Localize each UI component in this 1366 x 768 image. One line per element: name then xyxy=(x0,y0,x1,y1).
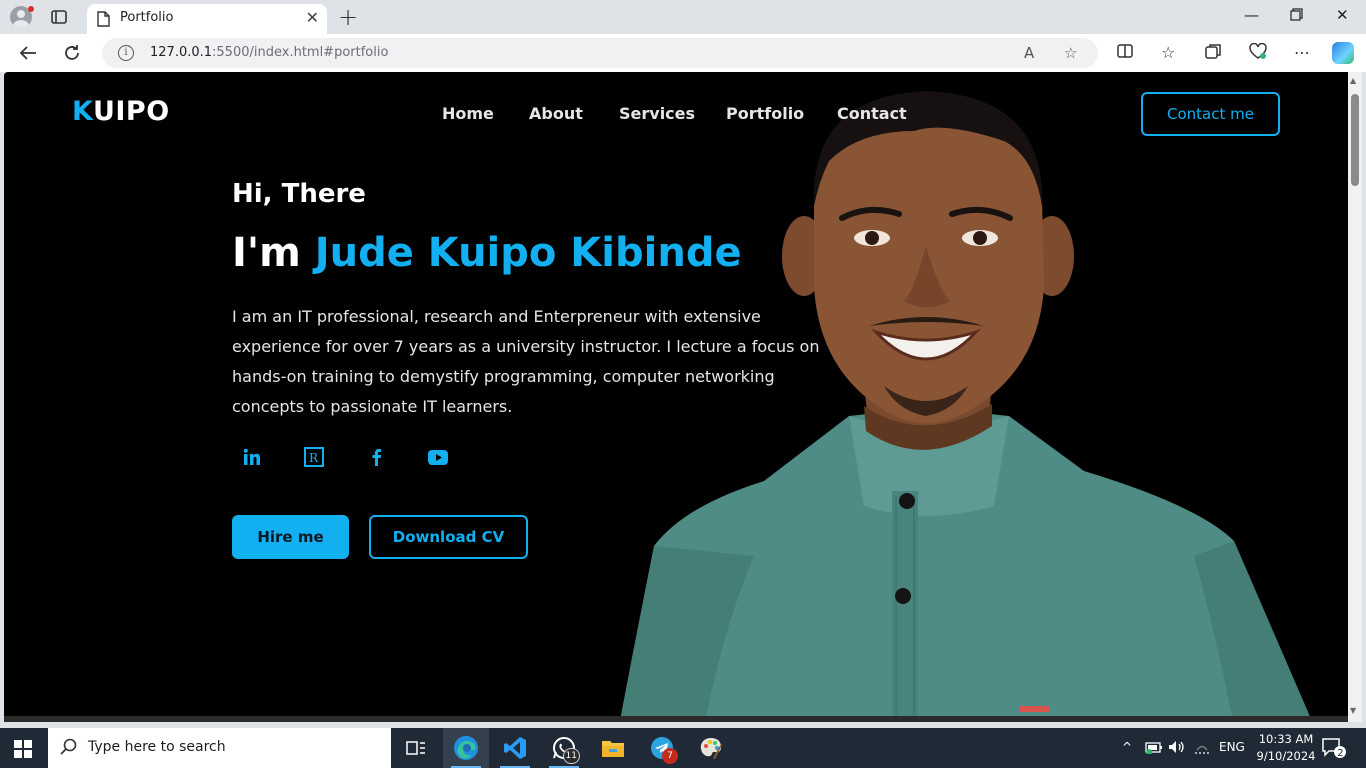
browser-tab[interactable]: Portfolio ✕ xyxy=(87,4,327,34)
whatsapp-badge: 11 xyxy=(562,748,580,764)
site-info-icon[interactable]: i xyxy=(118,45,134,61)
battery-icon[interactable] xyxy=(1145,740,1163,757)
tab-title: Portfolio xyxy=(120,10,174,25)
show-hidden-icons-icon[interactable]: ^ xyxy=(1122,740,1132,754)
tab-close-icon[interactable]: ✕ xyxy=(306,8,319,27)
linkedin-icon[interactable] xyxy=(237,442,267,472)
whatsapp-app-icon[interactable]: 11 xyxy=(541,728,587,768)
favorites-icon[interactable]: ☆ xyxy=(1161,43,1175,62)
taskbar-clock[interactable]: 10:33 AM 9/10/2024 xyxy=(1254,731,1318,765)
search-icon xyxy=(60,738,77,755)
minimize-icon[interactable]: — xyxy=(1244,6,1259,24)
refresh-icon[interactable] xyxy=(61,42,83,64)
restore-icon[interactable] xyxy=(1290,7,1303,25)
new-tab-icon[interactable]: + xyxy=(338,3,358,31)
browser-toolbar: i 127.0.0.1:5500/index.html#portfolio A … xyxy=(0,34,1366,72)
network-icon[interactable] xyxy=(1194,740,1210,757)
profile-notification-dot xyxy=(28,6,34,12)
page-icon xyxy=(97,11,110,27)
windows-start-icon[interactable] xyxy=(14,740,32,762)
paint-app-icon[interactable] xyxy=(688,728,734,768)
nav-contact[interactable]: Contact xyxy=(837,104,907,123)
more-options-icon[interactable]: ⋯ xyxy=(1294,43,1310,62)
svg-text:R: R xyxy=(309,451,319,465)
clock-date: 9/10/2024 xyxy=(1256,749,1316,763)
nav-portfolio[interactable]: Portfolio xyxy=(726,104,804,123)
contact-me-button[interactable]: Contact me xyxy=(1141,92,1280,136)
favorite-star-icon[interactable]: ☆ xyxy=(1064,44,1077,62)
nav-home[interactable]: Home xyxy=(442,104,494,123)
read-aloud-icon[interactable]: A xyxy=(1024,44,1034,62)
browser-essentials-icon[interactable] xyxy=(1249,42,1267,64)
person-name: Jude Kuipo Kibinde xyxy=(314,230,742,276)
language-indicator[interactable]: ENG xyxy=(1219,740,1245,754)
site-logo[interactable]: KUIPO xyxy=(72,96,170,127)
close-window-icon[interactable]: ✕ xyxy=(1336,6,1349,24)
horizontal-scrollbar[interactable] xyxy=(4,716,1348,722)
notification-center-icon[interactable]: 2 xyxy=(1322,738,1346,762)
split-screen-icon[interactable] xyxy=(1117,43,1133,63)
nav-services[interactable]: Services xyxy=(619,104,695,123)
search-placeholder: Type here to search xyxy=(88,739,226,755)
researchgate-icon[interactable]: R xyxy=(299,442,329,472)
tab-actions-icon[interactable] xyxy=(50,8,68,26)
task-view-icon[interactable] xyxy=(393,728,439,768)
telegram-app-icon[interactable]: 7 xyxy=(639,728,685,768)
scroll-down-icon[interactable]: ▼ xyxy=(1350,706,1356,715)
hero-bio: I am an IT professional, research and En… xyxy=(232,307,820,416)
scrollbar-thumb[interactable] xyxy=(1351,94,1359,186)
edge-app-icon[interactable] xyxy=(443,728,489,768)
youtube-icon[interactable] xyxy=(423,442,453,472)
url-text[interactable]: 127.0.0.1:5500/index.html#portfolio xyxy=(150,45,388,60)
vscode-app-icon[interactable] xyxy=(492,728,538,768)
vertical-scrollbar[interactable]: ▲ ▼ xyxy=(1348,72,1362,722)
browser-tab-bar: Portfolio ✕ + — ✕ xyxy=(0,0,1366,34)
hero-title: I'm Jude Kuipo Kibinde xyxy=(232,230,742,276)
address-bar[interactable]: i 127.0.0.1:5500/index.html#portfolio A … xyxy=(102,38,1098,68)
svg-text:2: 2 xyxy=(1337,748,1343,758)
download-cv-button[interactable]: Download CV xyxy=(369,515,528,559)
windows-taskbar: Type here to search 11 7 ^ ENG 10:33 AM … xyxy=(0,728,1366,768)
page-viewport: KUIPO Home About Services Portfolio Cont… xyxy=(4,72,1348,716)
volume-icon[interactable] xyxy=(1168,740,1186,757)
copilot-icon[interactable] xyxy=(1332,42,1354,64)
hire-me-button[interactable]: Hire me xyxy=(232,515,349,559)
taskbar-search[interactable]: Type here to search xyxy=(48,728,391,768)
file-explorer-icon[interactable] xyxy=(590,728,636,768)
clock-time: 10:33 AM xyxy=(1258,732,1314,746)
facebook-icon[interactable] xyxy=(361,442,391,472)
telegram-badge: 7 xyxy=(662,748,678,764)
collections-icon[interactable] xyxy=(1205,43,1222,64)
nav-about[interactable]: About xyxy=(529,104,583,123)
greeting: Hi, There xyxy=(232,179,366,209)
scroll-up-icon[interactable]: ▲ xyxy=(1350,76,1356,85)
back-icon[interactable] xyxy=(17,42,39,64)
